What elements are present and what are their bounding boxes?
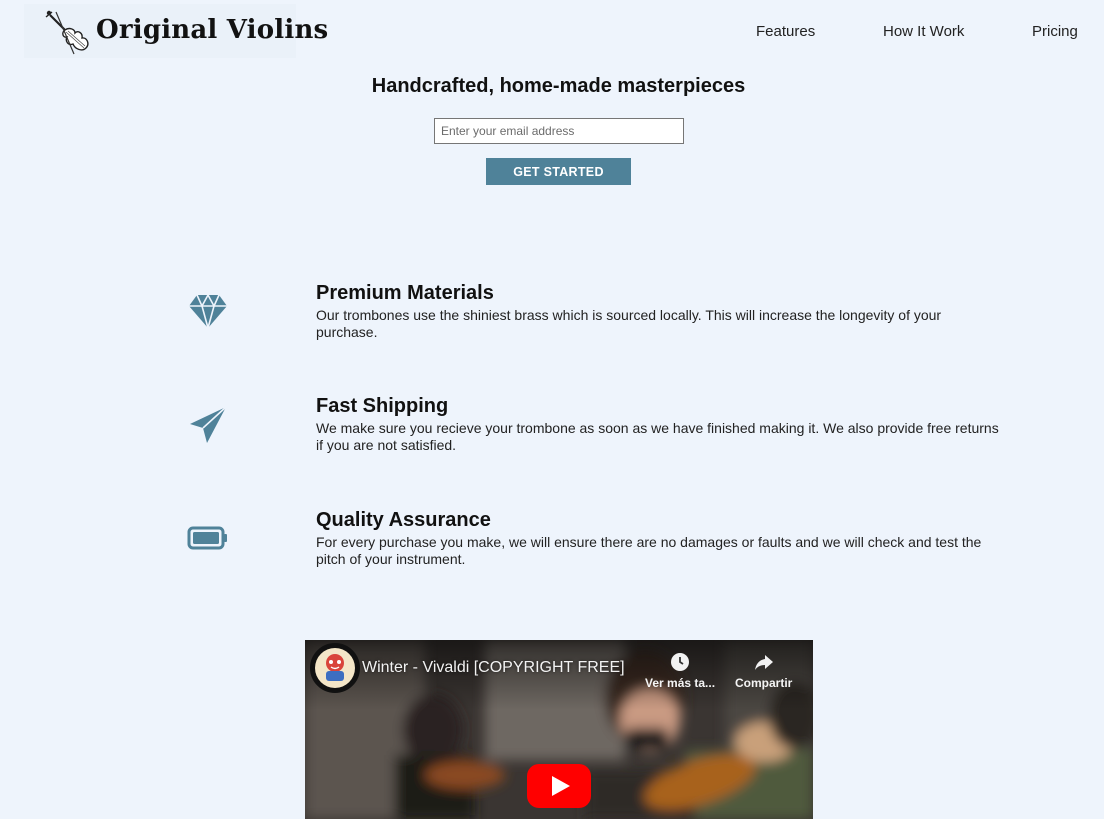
violin-icon <box>45 10 89 55</box>
share-label: Compartir <box>735 676 793 690</box>
feature-title: Fast Shipping <box>316 395 449 417</box>
nav-link-features[interactable]: Features <box>756 23 815 40</box>
feature-description: Our trombones use the shiniest brass whi… <box>316 307 942 340</box>
logo-text: Original Violins <box>96 15 329 45</box>
paper-plane-icon <box>186 402 230 446</box>
clock-icon <box>671 653 690 671</box>
channel-avatar[interactable] <box>310 643 360 693</box>
get-started-button[interactable]: GET STARTED <box>486 158 631 185</box>
video-player[interactable]: Winter - Vivaldi [COPYRIGHT FREE] Ver má… <box>305 640 813 819</box>
watch-later-label: Ver más ta... <box>645 676 716 690</box>
share-arrow-icon <box>754 655 773 670</box>
video-title[interactable]: Winter - Vivaldi [COPYRIGHT FREE] <box>362 659 625 677</box>
nav-link-pricing[interactable]: Pricing <box>1032 23 1078 40</box>
site-header: Original Violins Features How It Work Pr… <box>0 0 1104 64</box>
battery-icon <box>186 516 230 560</box>
feature-description: For every purchase you make, we will ens… <box>316 534 982 567</box>
diamond-icon <box>186 289 230 333</box>
nav-link-how-it-works[interactable]: How It Work <box>883 23 964 40</box>
feature-title: Premium Materials <box>316 282 494 304</box>
hero-title: Handcrafted, home-made masterpieces <box>371 75 746 97</box>
feature-title: Quality Assurance <box>316 509 491 531</box>
channel-logo-icon <box>315 648 355 688</box>
play-icon[interactable] <box>527 764 591 808</box>
share-button[interactable]: Compartir <box>735 652 792 690</box>
feature-description: We make sure you recieve your trombone a… <box>316 420 999 453</box>
logo[interactable]: Original Violins <box>24 4 328 58</box>
email-input[interactable] <box>434 118 684 144</box>
watch-later-button[interactable]: Ver más ta... <box>645 652 715 690</box>
